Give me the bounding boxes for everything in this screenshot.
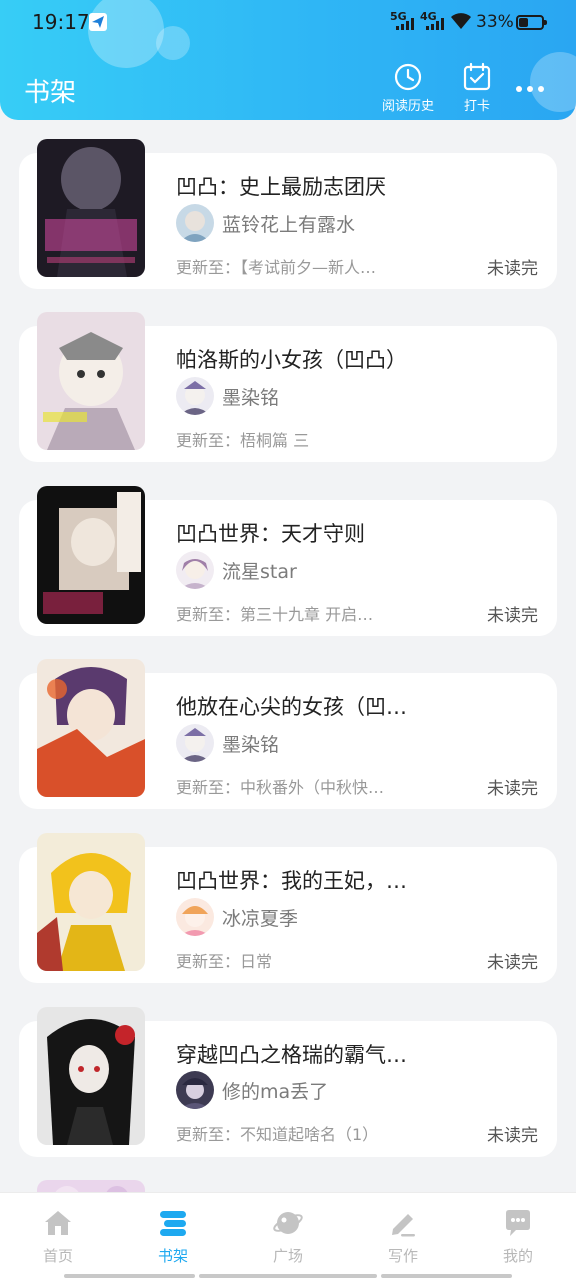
home-icon — [45, 1211, 71, 1235]
update-text: 更新至：中秋番外（中秋快… — [176, 778, 385, 797]
book-title: 凹凸：史上最励志团厌 — [176, 175, 386, 199]
dot-icon — [538, 86, 544, 92]
update-text: 更新至：日常 — [176, 952, 273, 971]
reading-history-label: 阅读历史 — [382, 99, 435, 114]
pen-icon — [392, 1214, 415, 1237]
nav-write[interactable]: 写作 — [363, 1207, 443, 1266]
author-name: 冰凉夏季 — [222, 907, 299, 930]
check-in-button[interactable]: 打卡 — [462, 62, 492, 114]
book-cover-image — [37, 659, 145, 797]
book-cover[interactable] — [37, 1180, 145, 1192]
nav-bookshelf[interactable]: 书架 — [133, 1207, 213, 1266]
nav-mine[interactable]: 我的 — [478, 1207, 558, 1266]
book-cover[interactable] — [37, 1007, 145, 1145]
update-text: 更新至：不知道起啥名（1） — [176, 1125, 379, 1144]
author-row[interactable]: 墨染铭 — [176, 377, 279, 415]
book-title: 帕洛斯的小女孩（凹凸） — [176, 348, 407, 372]
author-name: 修的ma丢了 — [222, 1080, 329, 1103]
planet-icon — [273, 1212, 303, 1234]
author-name: 流星star — [222, 560, 297, 583]
nav-square[interactable]: 广场 — [248, 1207, 328, 1266]
book-cover-image — [37, 833, 145, 971]
read-status: 未读完 — [487, 1126, 538, 1146]
read-status: 未读完 — [487, 606, 538, 626]
author-name: 蓝铃花上有露水 — [222, 213, 356, 236]
book-cover-image — [37, 1007, 145, 1145]
book-cover-image — [37, 1180, 145, 1192]
clock-icon — [394, 63, 422, 91]
home-indicator — [64, 1274, 195, 1278]
book-title: 穿越凹凸之格瑞的霸气… — [176, 1043, 407, 1067]
author-avatar — [176, 1071, 214, 1109]
book-title: 凹凸世界：我的王妃，… — [176, 869, 407, 893]
check-in-label: 打卡 — [463, 99, 490, 114]
calendar-check-icon — [463, 62, 491, 91]
book-title: 他放在心尖的女孩（凹… — [176, 695, 407, 719]
book-cover[interactable] — [37, 659, 145, 797]
dot-icon — [527, 86, 533, 92]
read-status: 未读完 — [487, 953, 538, 973]
author-row[interactable]: 流星star — [176, 551, 297, 589]
home-indicator — [381, 1274, 512, 1278]
book-cover[interactable] — [37, 312, 145, 450]
bottom-navigation: 首页 书架 广场 写作 我的 — [0, 1192, 576, 1280]
author-avatar — [176, 898, 214, 936]
nav-home[interactable]: 首页 — [18, 1207, 98, 1266]
author-avatar — [176, 377, 214, 415]
author-name: 墨染铭 — [222, 386, 280, 409]
nav-square-label: 广场 — [272, 1247, 303, 1265]
author-row[interactable]: 墨染铭 — [176, 724, 279, 762]
author-avatar — [176, 551, 214, 589]
book-cover[interactable] — [37, 486, 145, 624]
nav-bookshelf-label: 书架 — [157, 1247, 188, 1265]
wifi-icon — [451, 13, 471, 29]
book-cover-image — [37, 486, 145, 624]
book-cover-image — [37, 312, 145, 450]
nav-mine-label: 我的 — [502, 1247, 533, 1265]
update-text: 更新至：梧桐篇 三 — [176, 431, 310, 450]
author-avatar — [176, 204, 214, 242]
status-bar: 19:17 5G 4G 33% — [0, 0, 576, 44]
read-status: 未读完 — [487, 779, 538, 799]
page-title: 书架 — [24, 78, 77, 108]
author-avatar — [176, 724, 214, 762]
read-status: 未读完 — [487, 259, 538, 279]
author-row[interactable]: 冰凉夏季 — [176, 898, 298, 936]
author-name: 墨染铭 — [222, 733, 280, 756]
home-indicator — [199, 1274, 377, 1278]
bookshelf-list[interactable]: 凹凸：史上最励志团厌 蓝铃花上有露水 更新至：【考试前夕—新人… 未读完 帕洛斯… — [0, 120, 576, 1192]
author-row[interactable]: 蓝铃花上有露水 — [176, 204, 355, 242]
book-title: 凹凸世界：天才守则 — [176, 522, 365, 546]
chat-bubble-icon — [506, 1210, 530, 1236]
app-header: 19:17 5G 4G 33% 书架 阅读历史 打卡 — [0, 0, 576, 120]
more-menu-button[interactable] — [516, 86, 544, 92]
signal-bars-icon — [396, 16, 414, 30]
update-text: 更新至：第三十九章 开启… — [176, 605, 374, 624]
author-row[interactable]: 修的ma丢了 — [176, 1071, 328, 1109]
book-cover[interactable] — [37, 139, 145, 277]
book-cover[interactable] — [37, 833, 145, 971]
dot-icon — [516, 86, 522, 92]
status-time: 19:17 — [32, 10, 90, 34]
book-cover-image — [37, 139, 145, 277]
battery-percent: 33% — [476, 12, 514, 32]
nav-write-label: 写作 — [387, 1247, 418, 1265]
reading-history-button[interactable]: 阅读历史 — [382, 62, 434, 114]
decor-bubble — [530, 52, 576, 112]
signal-bars-icon — [426, 16, 444, 30]
update-text: 更新至：【考试前夕—新人… — [176, 258, 377, 277]
nav-home-label: 首页 — [42, 1247, 73, 1265]
bookshelf-icon — [160, 1211, 186, 1236]
send-icon — [89, 13, 107, 31]
battery-icon — [516, 15, 547, 30]
